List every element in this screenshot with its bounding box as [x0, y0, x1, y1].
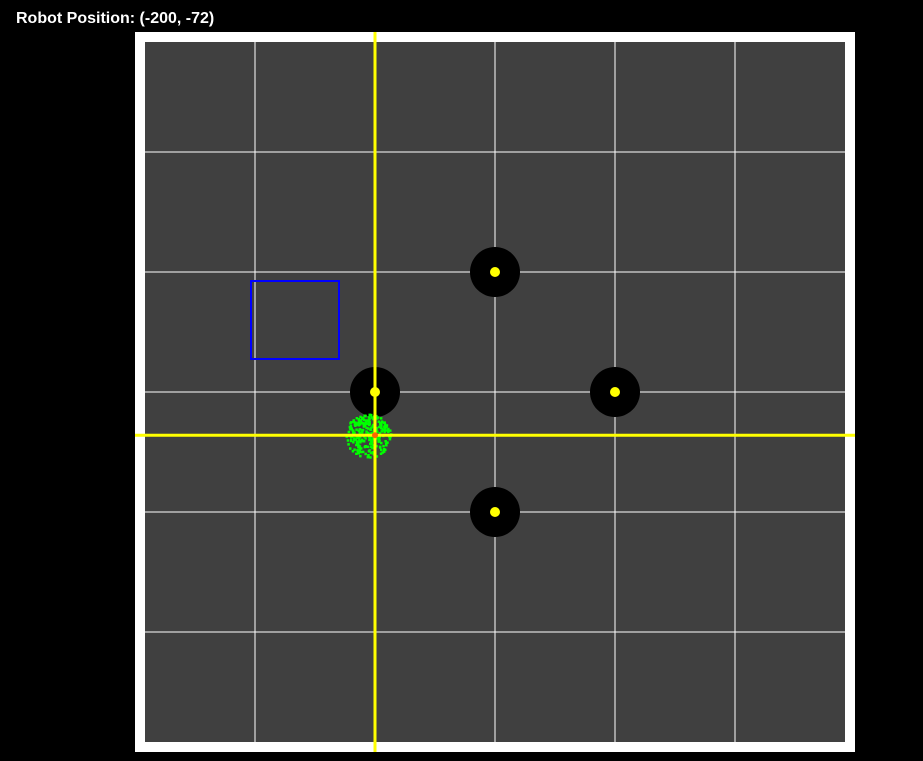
particle: [379, 417, 383, 420]
particle: [361, 416, 364, 420]
particle: [353, 437, 356, 440]
particle: [377, 438, 381, 441]
particle: [382, 444, 385, 448]
particle: [356, 443, 360, 446]
particle: [357, 420, 361, 423]
particle: [377, 420, 381, 423]
landmark-south: [470, 487, 520, 537]
particle: [380, 441, 383, 445]
particle: [363, 445, 367, 449]
particle: [349, 447, 352, 450]
particle: [370, 439, 373, 442]
particle: [363, 414, 367, 417]
particle: [368, 413, 371, 417]
particle: [351, 450, 355, 453]
particle: [361, 428, 365, 432]
particle: [388, 437, 392, 441]
particle: [349, 421, 353, 424]
landmark-center-dot: [610, 387, 620, 397]
particle: [384, 440, 387, 443]
particle: [370, 426, 373, 430]
particle: [383, 428, 386, 432]
particle: [382, 450, 386, 453]
particle: [380, 448, 383, 452]
particle: [385, 442, 388, 446]
particle: [357, 424, 361, 427]
particle: [355, 428, 358, 431]
landmark-north: [470, 247, 520, 297]
map-canvas[interactable]: [0, 0, 923, 761]
particle: [361, 431, 364, 434]
particle: [363, 423, 367, 426]
particle: [377, 425, 381, 429]
particle: [358, 431, 362, 434]
particle: [380, 420, 384, 423]
particle: [346, 439, 350, 442]
particle: [347, 443, 350, 446]
particle: [369, 442, 372, 445]
particle: [360, 439, 363, 443]
particle: [378, 445, 382, 449]
particle: [368, 422, 371, 426]
landmark-center-dot: [490, 507, 500, 517]
particle: [364, 452, 367, 456]
particle: [364, 437, 367, 440]
particle: [353, 431, 356, 434]
particle: [354, 424, 357, 427]
particle: [362, 440, 366, 443]
robot-marker: [372, 432, 378, 439]
particle: [350, 427, 353, 430]
particle: [347, 430, 351, 434]
particle: [350, 438, 353, 441]
particle: [366, 445, 370, 449]
particle: [366, 455, 370, 459]
particle: [383, 423, 387, 426]
particle: [387, 427, 390, 431]
particle: [357, 450, 361, 453]
particle: [379, 452, 383, 455]
landmark-center-dot: [490, 267, 500, 277]
particle: [359, 454, 362, 458]
landmark-east: [590, 367, 640, 417]
particle: [352, 420, 355, 424]
particle: [380, 422, 383, 426]
particle: [367, 416, 371, 419]
particle: [352, 441, 355, 444]
particle: [365, 426, 368, 430]
particle: [377, 440, 380, 443]
